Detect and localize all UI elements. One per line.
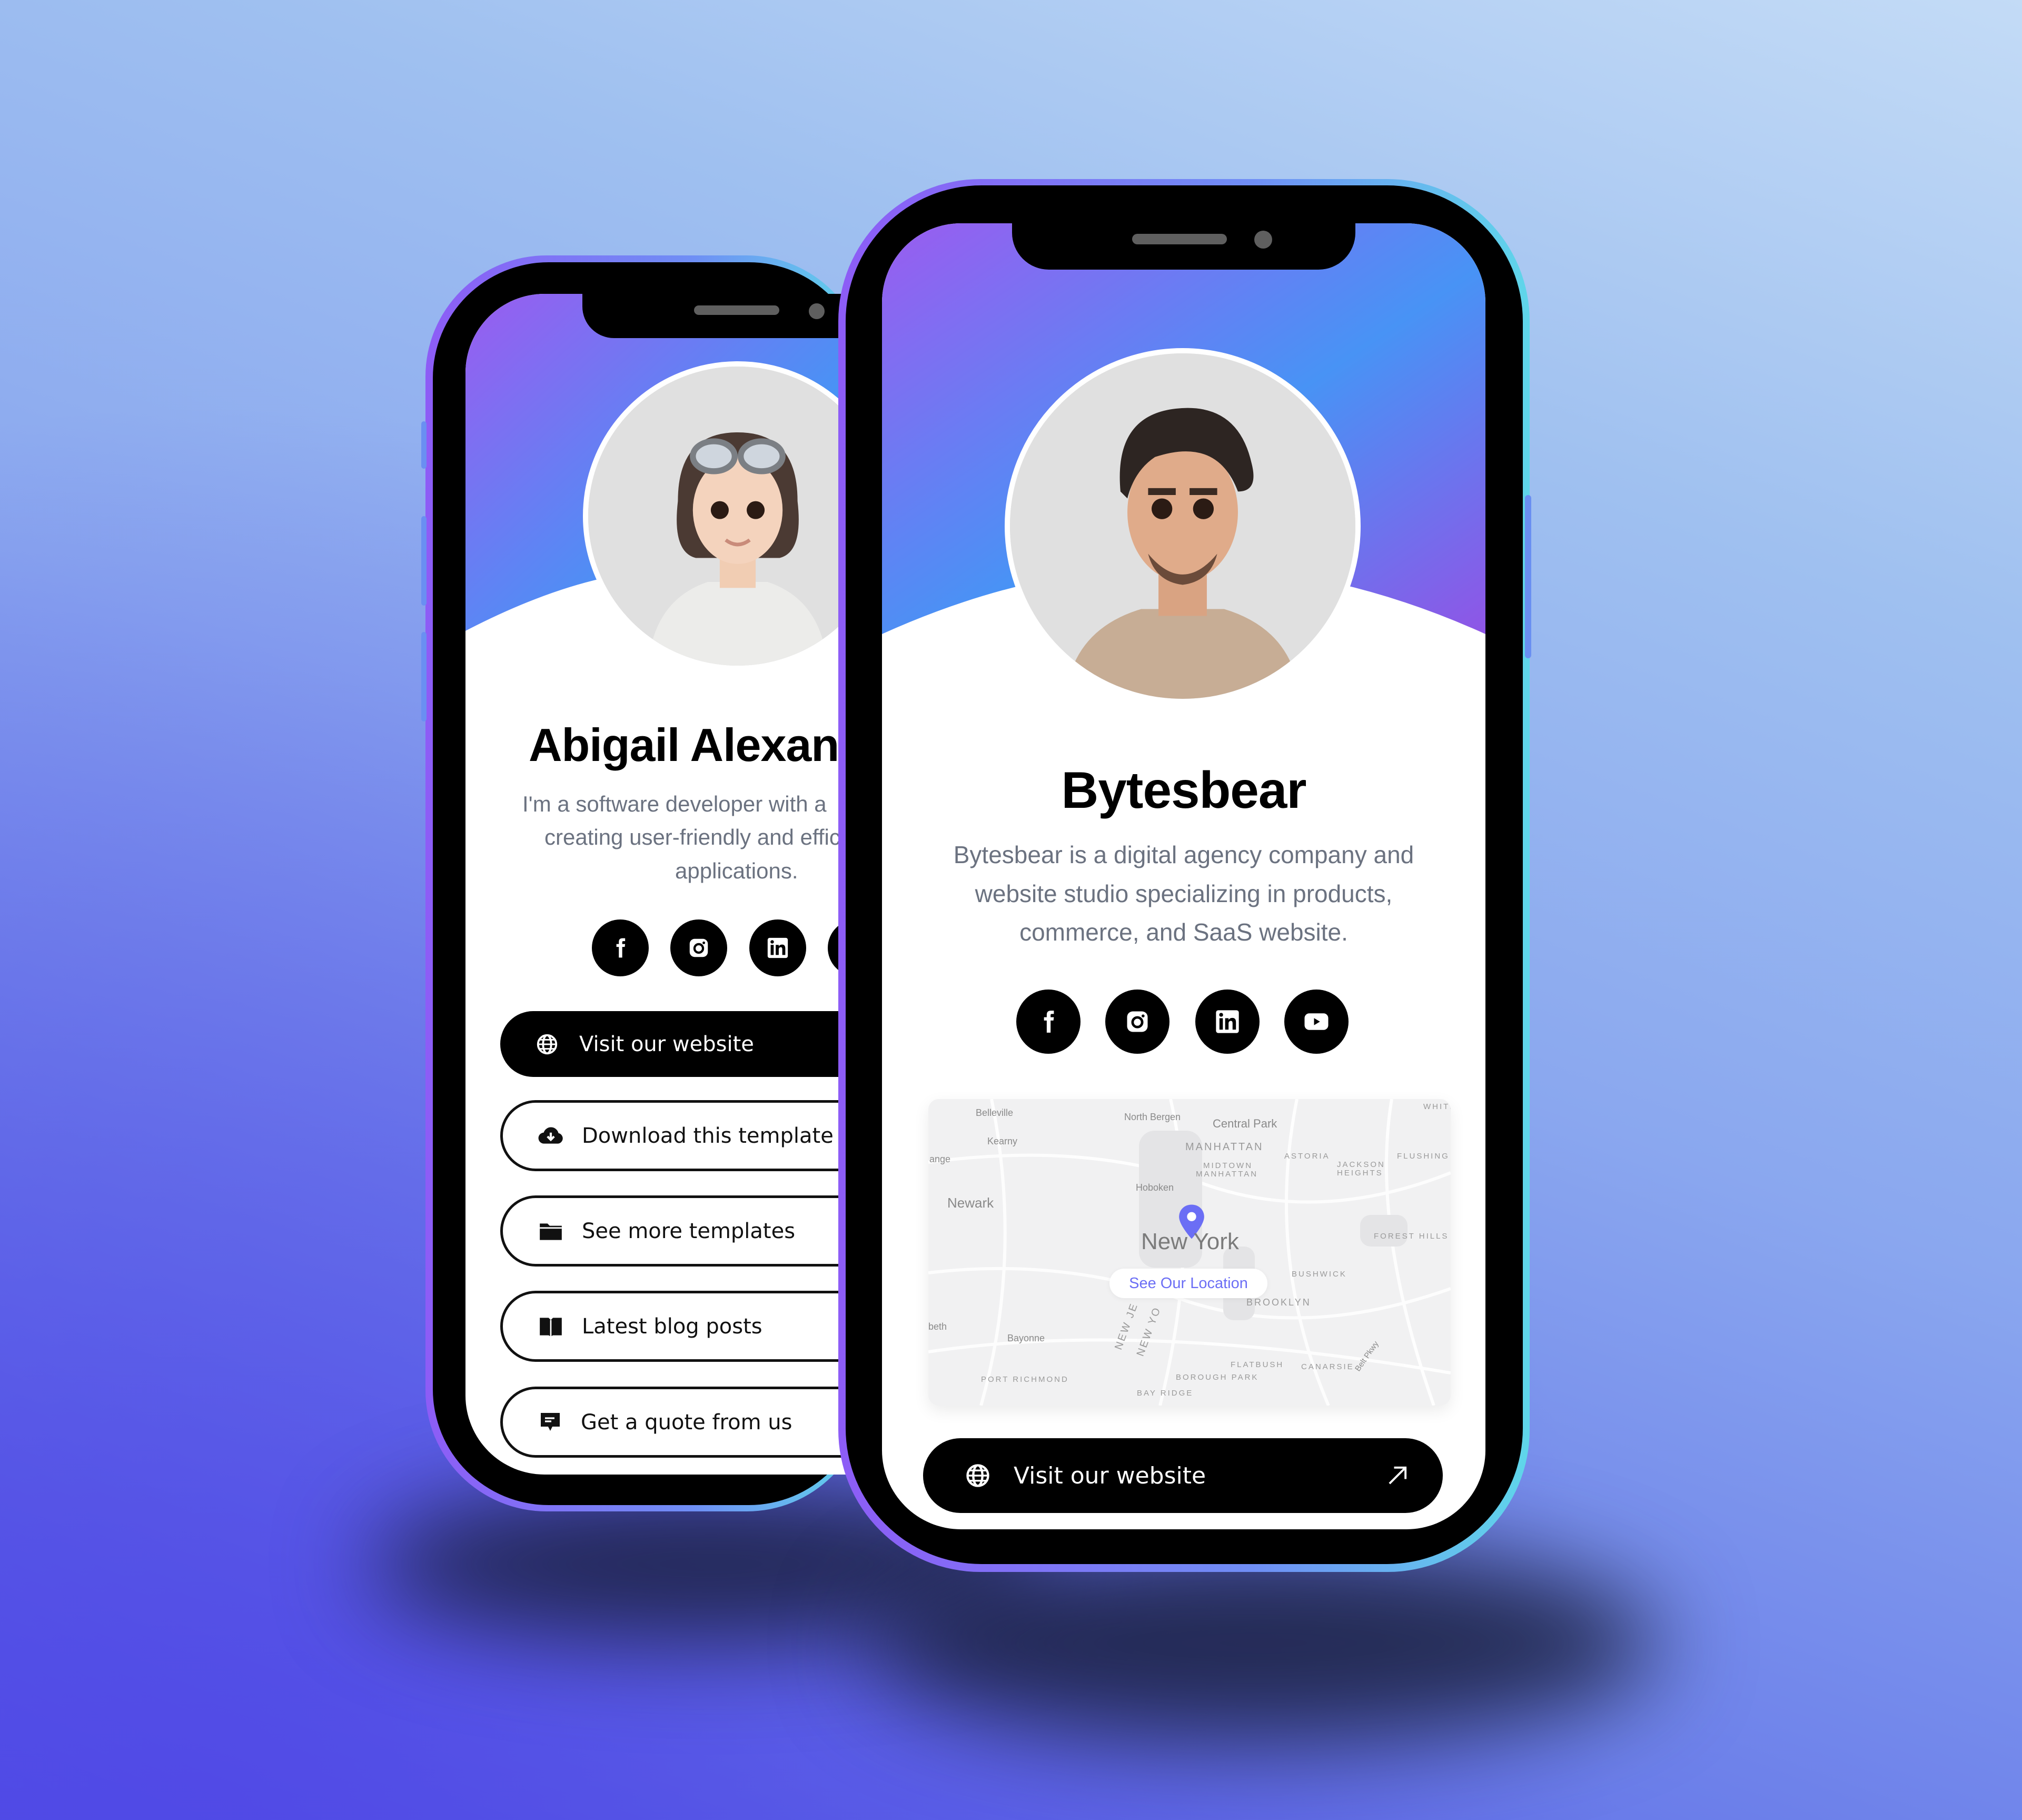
- instagram-link[interactable]: [1105, 990, 1169, 1054]
- linkedin-icon: [767, 937, 788, 958]
- profile-name: Abigail Alexander: [529, 719, 866, 771]
- map-label: MANHATTAN: [1196, 1170, 1258, 1179]
- map-label: ange: [929, 1154, 951, 1164]
- front-phone-power-button: [1525, 495, 1531, 658]
- profile-bio-line: I'm a software developer with a: [522, 792, 827, 816]
- profile-bio-line: website studio specializing in products,: [975, 880, 1393, 907]
- linkedin-icon: [1216, 1010, 1239, 1033]
- linkedin-link[interactable]: [749, 919, 806, 976]
- instagram-icon: [689, 938, 708, 957]
- map-label: BUSHWICK: [1292, 1270, 1347, 1279]
- facebook-link[interactable]: [592, 919, 649, 976]
- map-label: Kearny: [987, 1136, 1018, 1146]
- map-label: Central Park: [1213, 1117, 1277, 1130]
- button-label: Visit our website: [579, 1032, 754, 1056]
- avatar: [1005, 348, 1361, 704]
- map-label: Belleville: [976, 1107, 1014, 1118]
- map-label: BAY RIDGE: [1137, 1389, 1194, 1398]
- arrow-up-right-icon: [1384, 1462, 1411, 1489]
- map-label: North Bergen: [1124, 1112, 1181, 1122]
- map-label: FOREST HILLS: [1374, 1232, 1449, 1241]
- chat-icon: [538, 1409, 563, 1436]
- globe-icon: [964, 1462, 992, 1489]
- download-template-button[interactable]: Download this template: [500, 1100, 866, 1171]
- profile-bio-line: creating user-friendly and effic: [544, 825, 840, 849]
- globe-icon: [535, 1032, 559, 1056]
- button-label: Visit our website: [1014, 1462, 1206, 1489]
- map-label: CANARSIE: [1301, 1362, 1354, 1371]
- map-city-label: New York: [1141, 1229, 1239, 1254]
- map-label: BROOKLYN: [1246, 1297, 1311, 1308]
- facebook-icon: [1044, 1011, 1054, 1033]
- profile-bio-line: commerce, and SaaS website.: [1019, 918, 1348, 946]
- map-label: beth: [928, 1321, 947, 1332]
- map-label: Hoboken: [1136, 1182, 1174, 1193]
- visit-website-button[interactable]: Visit our website: [500, 1011, 866, 1077]
- front-phone-shadow: [869, 1543, 1659, 1743]
- female-avatar-illustration: [588, 367, 866, 666]
- instagram-icon: [1127, 1011, 1148, 1032]
- map-label: MANHATTAN: [1185, 1141, 1264, 1153]
- youtube-link[interactable]: [1284, 990, 1349, 1054]
- back-phone-volume-up: [421, 516, 427, 606]
- back-phone-screen: Abigail Alexander I'm a software develop…: [465, 294, 866, 1475]
- profile-bio-line: Bytesbear is a digital agency company an…: [953, 841, 1414, 868]
- button-label: Download this template: [582, 1123, 834, 1148]
- back-phone-side-button: [421, 421, 427, 469]
- button-label: Get a quote from us: [581, 1410, 792, 1435]
- male-avatar-illustration: [1010, 353, 1355, 699]
- latest-blog-posts-button[interactable]: Latest blog posts: [500, 1291, 866, 1362]
- folder-icon: [538, 1220, 564, 1242]
- book-icon: [538, 1315, 564, 1338]
- map-label: PORT RICHMOND: [981, 1375, 1069, 1384]
- map-label: Bayonne: [1007, 1333, 1045, 1343]
- youtube-icon: [1304, 1013, 1329, 1030]
- map-label: WHITE: [1423, 1102, 1451, 1111]
- facebook-link[interactable]: [1016, 990, 1081, 1054]
- map-label: FLUSHING: [1397, 1152, 1450, 1161]
- back-phone-notch: [582, 294, 866, 338]
- cloud-download-icon: [538, 1124, 564, 1148]
- map-label: MIDTOWN: [1203, 1161, 1253, 1170]
- see-more-templates-button[interactable]: See more templates: [500, 1195, 866, 1267]
- facebook-icon: [616, 938, 626, 958]
- map-label: Newark: [947, 1195, 994, 1211]
- visit-website-button[interactable]: Visit our website: [923, 1438, 1443, 1513]
- map-label: BOROUGH PARK: [1176, 1373, 1259, 1382]
- front-phone-notch: [1012, 223, 1355, 270]
- map-label: ASTORIA: [1284, 1152, 1330, 1161]
- see-our-location-button[interactable]: See Our Location: [1109, 1269, 1267, 1298]
- linkedin-link[interactable]: [1195, 990, 1260, 1054]
- profile-bio-line: applications.: [675, 858, 798, 883]
- get-quote-button[interactable]: Get a quote from us: [500, 1387, 866, 1458]
- location-map[interactable]: Belleville Kearny ange Newark North Berg…: [928, 1099, 1451, 1406]
- instagram-link[interactable]: [670, 919, 727, 976]
- button-label: See more templates: [582, 1219, 796, 1243]
- button-label: Latest blog posts: [582, 1314, 762, 1339]
- back-phone-volume-down: [421, 632, 427, 721]
- map-label: HEIGHTS: [1337, 1169, 1383, 1178]
- map-label: JACKSON: [1337, 1160, 1385, 1169]
- map-label: FLATBUSH: [1231, 1360, 1284, 1369]
- front-phone-screen: Bytesbear Bytesbear is a digital agency …: [882, 223, 1485, 1529]
- profile-name: Bytesbear: [1061, 761, 1307, 819]
